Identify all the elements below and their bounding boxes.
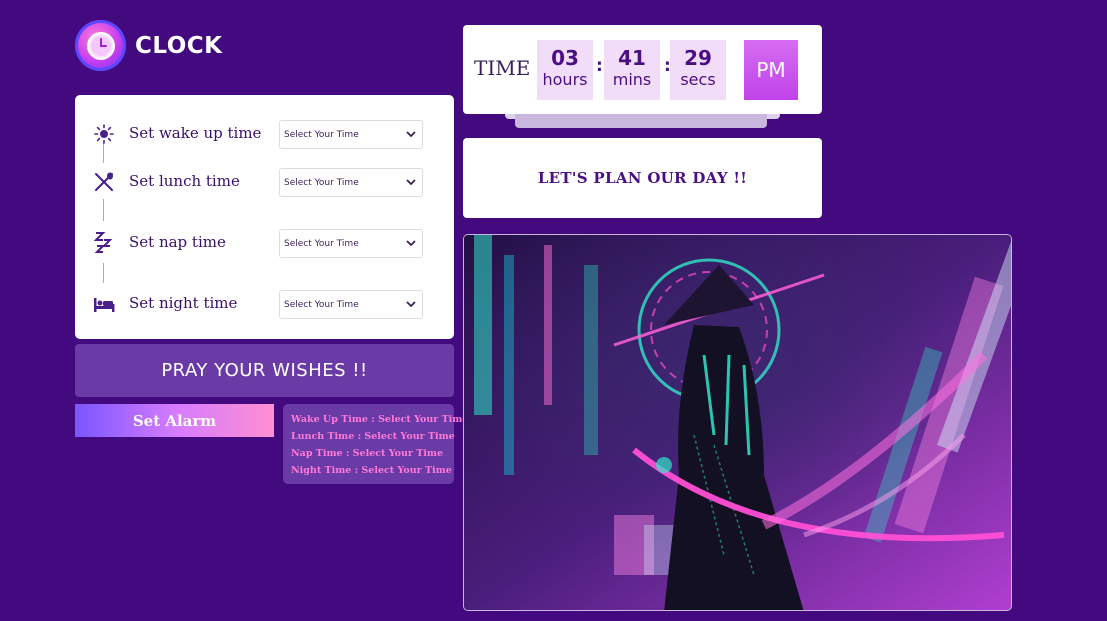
chevron-down-icon bbox=[406, 240, 416, 247]
summary-nap-time: Nap Time : Select Your Time bbox=[291, 448, 444, 459]
samurai-neon-illustration bbox=[464, 235, 1011, 610]
minutes-box: 41 mins bbox=[604, 40, 660, 100]
chevron-down-icon bbox=[406, 301, 416, 308]
sun-icon bbox=[93, 122, 115, 146]
alarm-summary-panel: Wake Up Time : Select Your Time Lunch Ti… bbox=[283, 404, 469, 484]
lunch-time-select[interactable]: Select Your Time bbox=[279, 168, 423, 197]
lunch-time-label: Set lunch time bbox=[129, 172, 240, 190]
timeline-line bbox=[103, 263, 104, 283]
seconds-value: 29 bbox=[684, 46, 712, 70]
summary-night-time: Night Time : Select Your Time bbox=[291, 465, 452, 476]
colon-separator: : bbox=[596, 56, 603, 76]
pray-wishes-text: PRAY YOUR WISHES !! bbox=[161, 360, 368, 381]
wake-time-label: Set wake up time bbox=[129, 124, 262, 142]
nap-time-label: Set nap time bbox=[129, 233, 226, 251]
hours-unit: hours bbox=[542, 70, 588, 89]
schedule-row-wake: Set wake up time Select Your Time bbox=[75, 120, 454, 150]
wake-time-select-value: Select Your Time bbox=[284, 129, 359, 140]
night-time-select-value: Select Your Time bbox=[284, 299, 359, 310]
utensils-icon bbox=[93, 170, 115, 194]
schedule-row-lunch: Set lunch time Select Your Time bbox=[75, 168, 454, 198]
set-alarm-button[interactable]: Set Alarm bbox=[75, 404, 274, 437]
seconds-unit: secs bbox=[680, 70, 716, 89]
wake-time-select[interactable]: Select Your Time bbox=[279, 120, 423, 149]
seconds-box: 29 secs bbox=[670, 40, 726, 100]
chevron-down-icon bbox=[406, 131, 416, 138]
logo-text: CLOCK bbox=[135, 32, 223, 59]
app-logo: CLOCK bbox=[75, 20, 222, 71]
nap-time-select[interactable]: Select Your Time bbox=[279, 229, 423, 258]
timeline-line bbox=[103, 199, 104, 221]
schedule-row-nap: Set nap time Select Your Time bbox=[75, 229, 454, 259]
pray-wishes-banner: PRAY YOUR WISHES !! bbox=[75, 344, 454, 397]
summary-lunch-time: Lunch Time : Select Your Time bbox=[291, 431, 455, 442]
hero-illustration bbox=[463, 234, 1012, 611]
minutes-unit: mins bbox=[612, 70, 652, 89]
plan-day-card: LET'S PLAN OUR DAY !! bbox=[463, 138, 822, 218]
nap-time-select-value: Select Your Time bbox=[284, 238, 359, 249]
sleep-zzz-icon bbox=[93, 231, 115, 255]
clock-icon bbox=[75, 20, 126, 71]
summary-wake-time: Wake Up Time : Select Your Time bbox=[291, 414, 469, 425]
schedule-row-night: Set night time Select Your Time bbox=[75, 290, 454, 320]
hours-value: 03 bbox=[551, 46, 579, 70]
schedule-card: Set wake up time Select Your Time Set lu… bbox=[75, 95, 454, 339]
lunch-time-select-value: Select Your Time bbox=[284, 177, 359, 188]
minutes-value: 41 bbox=[618, 46, 646, 70]
time-label: TIME bbox=[474, 56, 531, 80]
bed-icon bbox=[93, 292, 115, 316]
night-time-select[interactable]: Select Your Time bbox=[279, 290, 423, 319]
chevron-down-icon bbox=[406, 179, 416, 186]
night-time-label: Set night time bbox=[129, 294, 238, 312]
hours-box: 03 hours bbox=[537, 40, 593, 100]
am-pm-indicator: PM bbox=[744, 40, 798, 100]
digital-clock-card: TIME 03 hours : 41 mins : 29 secs PM bbox=[463, 25, 822, 114]
plan-day-text: LET'S PLAN OUR DAY !! bbox=[537, 169, 748, 187]
